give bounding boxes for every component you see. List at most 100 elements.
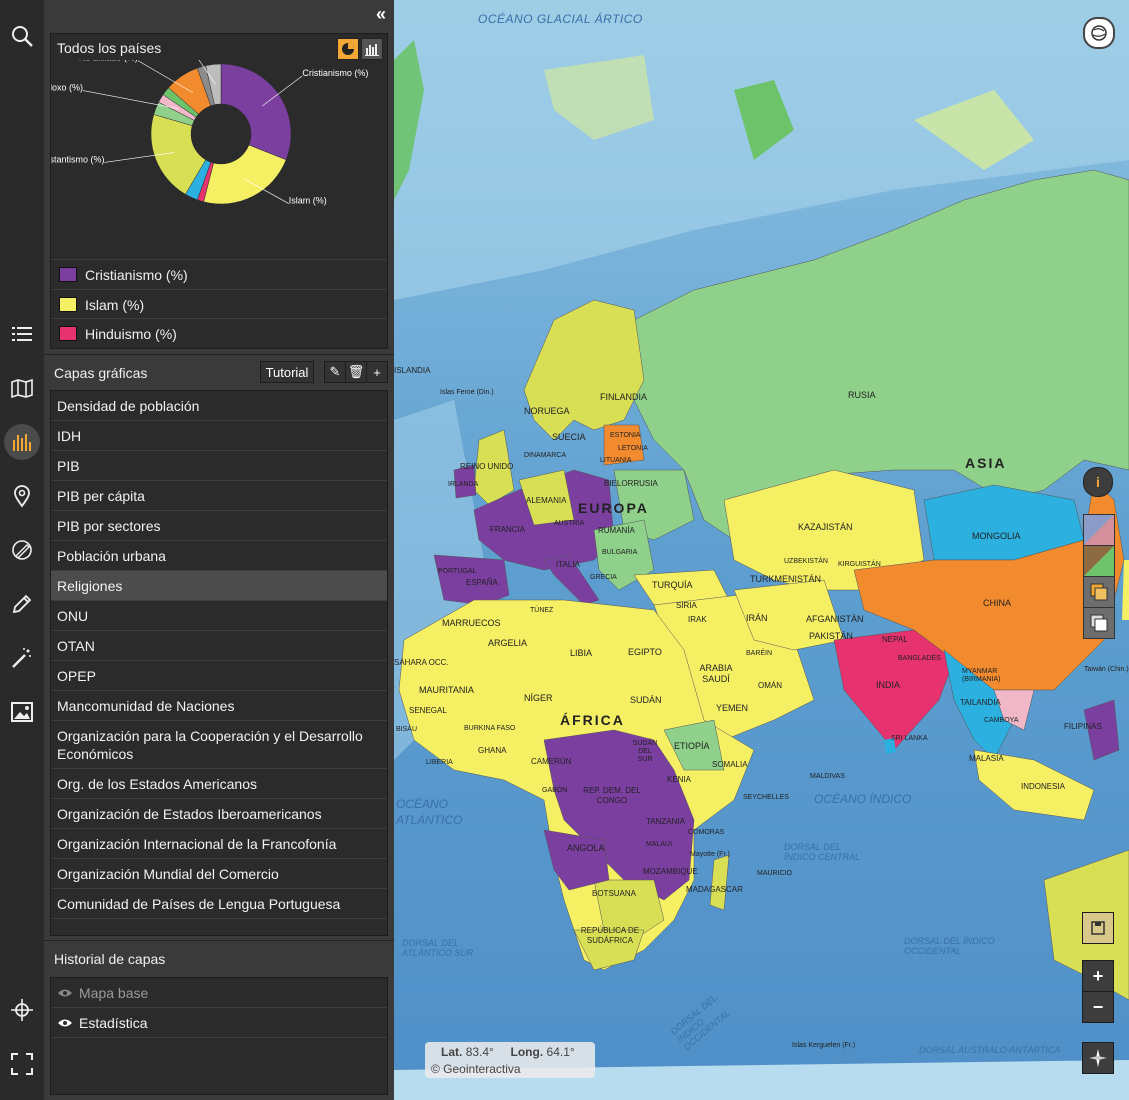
pie-data-label: No afiliado (%) — [79, 60, 138, 63]
layer-item[interactable]: Población urbana — [51, 541, 387, 571]
layers-list-icon[interactable] — [4, 316, 40, 352]
legend-item-hinduism[interactable]: Hinduismo (%) — [51, 318, 387, 348]
map-label: INDIA — [876, 680, 901, 690]
globe-icon[interactable] — [1083, 17, 1115, 49]
map-label: FILIPINAS — [1064, 722, 1102, 731]
map-label: Islas Kerguelen (Fr.) — [792, 1042, 856, 1049]
eye-icon[interactable] — [57, 1014, 73, 1032]
fullscreen-icon[interactable] — [4, 1046, 40, 1082]
map-label: SUDÁN DEL SUR — [632, 740, 658, 763]
edit-layer-button[interactable]: ✎ — [324, 361, 346, 383]
history-item-base-map[interactable]: Mapa base — [51, 978, 387, 1008]
pie-chart-toggle-icon[interactable] — [337, 38, 359, 60]
info-button[interactable]: i — [1083, 467, 1113, 497]
locate-icon[interactable] — [4, 992, 40, 1028]
layer-item[interactable]: Org. de los Estados Americanos — [51, 769, 387, 799]
map-label: GABÓN — [542, 787, 568, 794]
map-label: SRI LANKA — [891, 735, 928, 742]
chart-icon[interactable] — [4, 424, 40, 460]
layer-item[interactable]: Mancomunidad de Naciones — [51, 691, 387, 721]
map-label: BIELORRUSIA — [604, 479, 658, 488]
map-label: TANZANIA — [646, 817, 685, 826]
world-map[interactable]: OCÉANO GLACIAL ÁRTICO OCÉANO ATLÁNTICO O… — [394, 0, 1129, 1100]
map-label: REP. DEM. DEL CONGO — [583, 786, 641, 805]
delete-layer-button[interactable]: 🗑 — [345, 361, 367, 383]
legend-item-christianity[interactable]: Cristianismo (%) — [51, 259, 387, 289]
zoom-out-button[interactable]: − — [1082, 991, 1114, 1023]
map-label: CAMERÚN — [531, 757, 572, 766]
map-label: FINLANDIA — [600, 392, 648, 402]
lon-label: Long. — [510, 1045, 544, 1059]
pencil-icon[interactable] — [4, 586, 40, 622]
layers-stack-icon[interactable] — [1083, 576, 1115, 608]
image-icon[interactable] — [4, 694, 40, 730]
map-label: OCÉANO GLACIAL ÁRTICO — [478, 12, 643, 26]
legend-item-islam[interactable]: Islam (%) — [51, 289, 387, 319]
save-map-icon[interactable] — [1082, 912, 1114, 944]
history-item-statistics[interactable]: Estadística — [51, 1008, 387, 1038]
layer-item[interactable]: Comunidad de Países de Lengua Portuguesa — [51, 889, 387, 919]
draw-icon[interactable] — [4, 532, 40, 568]
map-label: NÍGER — [524, 693, 553, 703]
basemap-option-2[interactable] — [1083, 545, 1115, 577]
basemap-option-1[interactable] — [1083, 514, 1115, 546]
legend-label: Hinduismo (%) — [85, 325, 177, 342]
layer-item[interactable]: Organización Mundial del Comercio — [51, 859, 387, 889]
layer-item[interactable]: ONU — [51, 601, 387, 631]
map-label: DORSAL DEL ÍNDICO OCCIDENTAL — [904, 936, 995, 956]
layer-item[interactable]: PIB per cápita — [51, 481, 387, 511]
zoom-in-button[interactable]: + — [1082, 960, 1114, 992]
map-label: LETONIA — [618, 445, 648, 452]
layer-item[interactable]: OTAN — [51, 631, 387, 661]
map-label: UZBEKISTÁN — [784, 558, 828, 565]
map-label: BULGARIA — [602, 549, 638, 556]
layer-item[interactable]: Organización de Estados Iberoamericanos — [51, 799, 387, 829]
map-label: KAZAJISTÁN — [798, 522, 853, 532]
tutorial-button[interactable]: Tutorial — [260, 361, 314, 383]
add-layer-button[interactable]: + — [366, 361, 388, 383]
map-label: ISLANDIA — [394, 366, 431, 375]
map-label: REPÚBLICA DE SUDÁFRICA — [580, 926, 640, 945]
map-label: AFGANISTÁN — [806, 614, 864, 624]
eye-hidden-icon[interactable] — [57, 984, 73, 1002]
layer-item[interactable]: IDH — [51, 421, 387, 451]
map-label: KIRGUISTÁN — [838, 561, 881, 568]
map-label: TÚNEZ — [530, 607, 554, 614]
layer-history-title: Historial de capas — [54, 951, 166, 967]
legend-label: Islam (%) — [85, 296, 145, 313]
map-label: DINAMARCA — [524, 452, 567, 459]
pin-icon[interactable] — [4, 478, 40, 514]
map-label: LIBIA — [570, 648, 593, 658]
search-icon[interactable] — [4, 18, 40, 54]
magic-wand-icon[interactable] — [4, 640, 40, 676]
pie-data-label: Cristianismo (%) — [302, 68, 368, 78]
graphic-layers-title: Capas gráficas — [54, 365, 148, 381]
layer-item-selected[interactable]: Religiones — [51, 571, 387, 601]
map-label: AUSTRIA — [554, 520, 585, 527]
map-canvas — [394, 0, 1129, 1100]
layer-item[interactable]: Densidad de población — [51, 391, 387, 421]
map-label: SUECIA — [552, 432, 586, 442]
map-label: Mayotte (Fr.) — [690, 851, 730, 858]
map-label: PORTUGAL — [438, 568, 477, 575]
bar-chart-toggle-icon[interactable] — [361, 38, 383, 60]
collapse-panel-button[interactable]: « — [376, 4, 386, 25]
map-label: SENEGAL — [409, 706, 447, 715]
layer-item[interactable]: Organización para la Cooperación y el De… — [51, 721, 387, 769]
map-label: FRANCIA — [490, 525, 526, 534]
map-label: SÁHARA OCC. — [394, 658, 449, 667]
layer-item[interactable]: OPEP — [51, 661, 387, 691]
map-label: IRÁN — [746, 613, 768, 623]
map-label: OCÉANO ÍNDICO — [814, 792, 912, 806]
lon-value: 64.1° — [546, 1045, 575, 1059]
map-label: MALAUI — [646, 841, 673, 848]
map-icon[interactable] — [4, 370, 40, 406]
overlay-stack-icon[interactable] — [1083, 607, 1115, 639]
religion-donut-chart: Cristianismo (%) Islam (%) Protestantismo … — [51, 60, 368, 206]
map-label: MARRUECOS — [442, 618, 501, 628]
layer-item[interactable]: Organización Internacional de la Francof… — [51, 829, 387, 859]
chart-title: Todos los países — [57, 40, 162, 56]
layer-item[interactable]: PIB — [51, 451, 387, 481]
north-compass-icon[interactable] — [1082, 1042, 1114, 1074]
layer-item[interactable]: PIB por sectores — [51, 511, 387, 541]
